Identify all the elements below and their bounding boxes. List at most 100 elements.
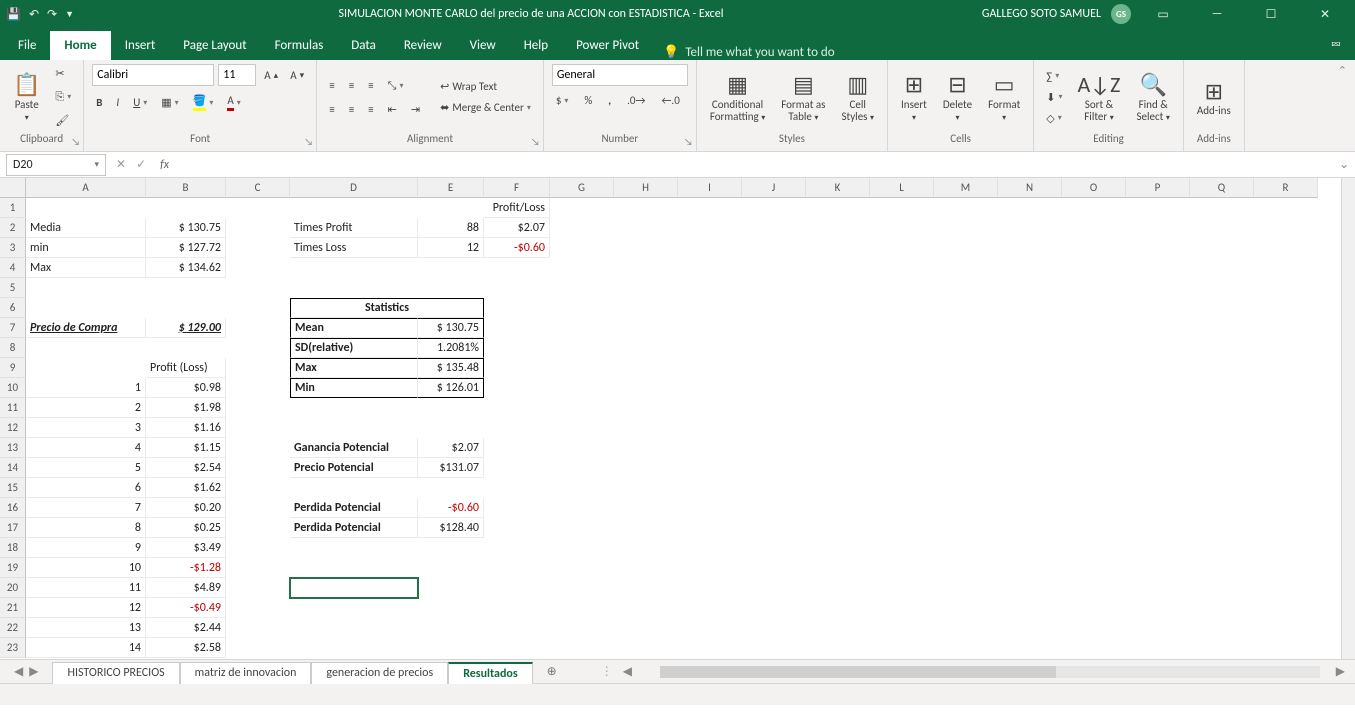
name-box[interactable]: D20▾ [6, 154, 106, 176]
row-header-4[interactable]: 4 [0, 258, 26, 278]
tab-insert[interactable]: Insert [111, 31, 170, 60]
row-header-16[interactable]: 16 [0, 498, 26, 518]
row-header-12[interactable]: 12 [0, 418, 26, 438]
tab-powerpivot[interactable]: Power Pivot [562, 31, 653, 60]
cell-B21[interactable]: -$0.49 [146, 598, 226, 618]
cell-D17[interactable]: Perdida Potencial [290, 518, 418, 538]
grow-font-button[interactable]: A▴ [260, 67, 282, 84]
cell-D2[interactable]: Times Profit [290, 218, 418, 238]
row-header-10[interactable]: 10 [0, 378, 26, 398]
cell-B17[interactable]: $0.25 [146, 518, 226, 538]
orientation-button[interactable]: ⤡▾ [384, 77, 408, 95]
row-header-2[interactable]: 2 [0, 218, 26, 238]
user-avatar[interactable]: GS [1111, 4, 1131, 24]
sort-filter-button[interactable]: A↓ZSort &Filter ▾ [1073, 69, 1126, 126]
vertical-scrollbar[interactable] [1341, 178, 1355, 659]
cell-B11[interactable]: $1.98 [146, 398, 226, 418]
cell-B9[interactable]: Profit (Loss) [146, 358, 226, 378]
select-all-box[interactable] [0, 178, 26, 198]
cell-E17[interactable]: $128.40 [418, 518, 484, 538]
cell-A15[interactable]: 6 [26, 478, 146, 498]
font-size-input[interactable] [218, 64, 256, 86]
comma-button[interactable]: , [604, 92, 615, 109]
cell-B22[interactable]: $2.44 [146, 618, 226, 638]
font-name-input[interactable] [92, 64, 214, 86]
align-top-button[interactable]: ≡ [325, 77, 338, 95]
cell-A16[interactable]: 7 [26, 498, 146, 518]
alignment-launcher-icon[interactable]: ↘ [531, 135, 540, 148]
increase-indent-button[interactable]: ⇥ [407, 101, 424, 118]
tab-pagelayout[interactable]: Page Layout [169, 31, 260, 60]
col-header-F[interactable]: F [484, 178, 550, 198]
cell-A2[interactable]: Media [26, 218, 146, 238]
format-cells-button[interactable]: ▭Format▾ [983, 69, 1025, 126]
bold-button[interactable]: B [92, 94, 106, 111]
cell-A17[interactable]: 8 [26, 518, 146, 538]
col-header-N[interactable]: N [998, 178, 1062, 198]
format-painter-button[interactable]: 🖌 [51, 112, 75, 129]
tab-home[interactable]: Home [50, 31, 110, 60]
sheet-tab-0[interactable]: HISTORICO PRECIOS [52, 662, 179, 684]
format-as-table-button[interactable]: ▤Format asTable ▾ [776, 69, 830, 126]
row-header-20[interactable]: 20 [0, 578, 26, 598]
cell-A12[interactable]: 3 [26, 418, 146, 438]
share-button[interactable]: ⮹ [1317, 31, 1355, 60]
close-icon[interactable]: ✕ [1303, 7, 1347, 22]
col-header-I[interactable]: I [678, 178, 742, 198]
tab-help[interactable]: Help [510, 31, 562, 60]
tab-review[interactable]: Review [390, 31, 456, 60]
enter-formula-icon[interactable]: ✓ [136, 157, 146, 172]
cell-E10[interactable]: $ 126.01 [418, 378, 484, 398]
redo-icon[interactable]: ↷ [47, 7, 57, 22]
tab-file[interactable]: File [4, 31, 50, 60]
row-header-17[interactable]: 17 [0, 518, 26, 538]
cell-A22[interactable]: 13 [26, 618, 146, 638]
row-header-11[interactable]: 11 [0, 398, 26, 418]
cell-A20[interactable]: 11 [26, 578, 146, 598]
cell-A13[interactable]: 4 [26, 438, 146, 458]
row-header-23[interactable]: 23 [0, 638, 26, 658]
col-header-H[interactable]: H [614, 178, 678, 198]
row-header-7[interactable]: 7 [0, 318, 26, 338]
cell-B2[interactable]: $ 130.75 [146, 218, 226, 238]
row-header-13[interactable]: 13 [0, 438, 26, 458]
cell-A14[interactable]: 5 [26, 458, 146, 478]
col-header-B[interactable]: B [146, 178, 226, 198]
active-cell[interactable] [290, 578, 418, 598]
row-header-19[interactable]: 19 [0, 558, 26, 578]
border-button[interactable]: ▦▾ [157, 94, 182, 111]
expand-fx-icon[interactable]: ⌄ [1333, 157, 1355, 172]
fill-button[interactable]: ⬇▾ [1042, 89, 1066, 106]
tab-formulas[interactable]: Formulas [261, 31, 338, 60]
autosum-button[interactable]: ∑▾ [1042, 68, 1066, 85]
cell-B19[interactable]: -$1.28 [146, 558, 226, 578]
copy-button[interactable]: ⎘▾ [51, 88, 75, 106]
percent-button[interactable]: % [580, 92, 596, 109]
cell-B13[interactable]: $1.15 [146, 438, 226, 458]
cell-D13[interactable]: Ganancia Potencial [290, 438, 418, 458]
sheet-next-icon[interactable]: ▶ [29, 664, 38, 679]
col-header-E[interactable]: E [418, 178, 484, 198]
cell-B20[interactable]: $4.89 [146, 578, 226, 598]
cell-D10[interactable]: Min [290, 378, 418, 398]
cell-D3[interactable]: Times Loss [290, 238, 418, 258]
cell-E16[interactable]: -$0.60 [418, 498, 484, 518]
cell-D16[interactable]: Perdida Potencial [290, 498, 418, 518]
cell-A18[interactable]: 9 [26, 538, 146, 558]
row-header-8[interactable]: 8 [0, 338, 26, 358]
cell-B15[interactable]: $1.62 [146, 478, 226, 498]
row-header-14[interactable]: 14 [0, 458, 26, 478]
sheet-tab-1[interactable]: matriz de innovacion [180, 662, 312, 684]
cell-D8[interactable]: SD(relative) [290, 338, 418, 358]
underline-button[interactable]: U▾ [129, 94, 151, 111]
tab-data[interactable]: Data [337, 31, 390, 60]
cell-D7[interactable]: Mean [290, 318, 418, 338]
col-header-K[interactable]: K [806, 178, 870, 198]
cell-E9[interactable]: $ 135.48 [418, 358, 484, 378]
cell-D9[interactable]: Max [290, 358, 418, 378]
sheet-prev-icon[interactable]: ◀ [14, 664, 23, 679]
cell-B10[interactable]: $0.98 [146, 378, 226, 398]
cell-E14[interactable]: $131.07 [418, 458, 484, 478]
tell-me[interactable]: 💡 Tell me what you want to do [653, 45, 845, 60]
clear-button[interactable]: ◇▾ [1042, 110, 1066, 127]
